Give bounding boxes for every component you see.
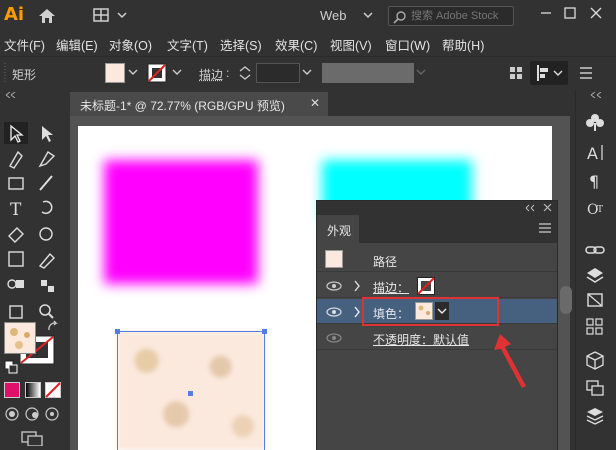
panel-grip-icon [2, 63, 8, 83]
cube-icon[interactable] [584, 350, 606, 370]
fill-swatch[interactable] [105, 63, 125, 83]
chevron-down-icon[interactable] [172, 69, 182, 77]
chevron-down-icon[interactable] [362, 8, 374, 22]
tools-panel: T [0, 90, 66, 450]
document-tab-bar: 未标题-1* @ 72.77% (RGB/GPU 预览) ✕ [70, 92, 570, 116]
collapse-panel-icon[interactable] [525, 204, 537, 212]
magenta-rectangle[interactable] [104, 160, 258, 284]
chevron-down-icon [416, 69, 426, 77]
collapse-icon[interactable] [590, 92, 604, 98]
svg-text:¶: ¶ [589, 172, 599, 190]
none-mode-button[interactable] [45, 382, 61, 398]
maximize-button[interactable] [560, 4, 580, 22]
menu-bar: 文件(F) 编辑(E) 对象(O) 文字(T) 选择(S) 效果(C) 视图(V… [0, 32, 616, 54]
stock-search[interactable] [388, 6, 514, 26]
menu-file[interactable]: 文件(F) [4, 35, 45, 54]
chevron-right-icon[interactable] [353, 280, 361, 292]
tab-appearance-label: 外观 [327, 222, 351, 239]
panel-menu-icon[interactable] [539, 223, 551, 233]
paragraph-icon[interactable]: ¶ [584, 170, 606, 190]
stroke-weight-input[interactable] [256, 63, 300, 83]
color-mode-button[interactable] [4, 382, 20, 398]
control-bar: 矩形 描边 : [0, 56, 616, 88]
chevron-down-icon[interactable] [302, 69, 312, 77]
stepper-icon[interactable] [236, 65, 254, 81]
stroke-none-swatch[interactable] [147, 63, 169, 83]
search-icon [393, 10, 407, 24]
chevron-right-icon[interactable] [353, 306, 361, 318]
menu-type[interactable]: 文字(T) [167, 35, 208, 54]
transform-icon[interactable] [584, 290, 606, 310]
opentype-icon[interactable]: OT [584, 198, 606, 218]
align-button[interactable] [530, 61, 568, 85]
menu-icon[interactable] [578, 66, 594, 80]
properties-icon[interactable] [584, 316, 606, 336]
visibility-eye-icon[interactable] [325, 306, 343, 318]
row-label: 路径 [373, 253, 397, 270]
club-symbol-icon[interactable] [584, 112, 606, 132]
artboards-icon[interactable] [584, 378, 606, 398]
links-icon[interactable] [584, 240, 606, 260]
title-bar: Ai Web [0, 0, 616, 32]
close-button[interactable] [586, 4, 606, 22]
appearance-row-path[interactable]: 路径 [317, 247, 557, 272]
layers-icon[interactable] [584, 406, 606, 426]
tab-appearance[interactable]: 外观 [317, 215, 359, 243]
resize-handle[interactable] [115, 329, 120, 334]
row-label[interactable]: 不透明度：默认值 [373, 331, 469, 348]
panel-header[interactable] [317, 201, 557, 215]
drawing-modes-icons[interactable] [4, 406, 62, 422]
menu-edit[interactable]: 编辑(E) [56, 35, 98, 54]
collapse-icon[interactable] [4, 92, 18, 98]
menu-effect[interactable]: 效果(C) [275, 35, 317, 54]
home-icon[interactable] [36, 6, 58, 26]
swap-colors-icon[interactable] [46, 320, 60, 334]
svg-text:T: T [10, 200, 22, 220]
menu-select[interactable]: 选择(S) [220, 35, 262, 54]
character-icon[interactable]: A [584, 142, 606, 162]
layers-stack-icon[interactable] [584, 266, 606, 286]
panel-tab-bar: 外观 [317, 215, 557, 243]
close-panel-icon[interactable] [543, 204, 553, 212]
resize-handle[interactable] [262, 329, 267, 334]
svg-text:T: T [597, 205, 603, 215]
row-label[interactable]: 描边： [373, 279, 409, 296]
illustrator-logo: Ai [4, 4, 28, 28]
menu-view[interactable]: 视图(V) [330, 35, 372, 54]
fill-highlight-annotation [362, 297, 499, 326]
arrange-documents-icon[interactable] [92, 7, 132, 25]
gradient-mode-button[interactable] [25, 382, 41, 398]
screen-mode-icon[interactable] [20, 430, 44, 446]
path-thumbnail [325, 250, 343, 268]
chevron-down-icon[interactable] [128, 69, 138, 77]
close-tab-icon[interactable]: ✕ [310, 96, 320, 110]
scrollbar-thumb[interactable] [560, 286, 572, 314]
stroke-label[interactable]: 描边 [199, 66, 223, 83]
visibility-eye-icon[interactable] [325, 280, 343, 292]
center-point[interactable] [188, 391, 193, 396]
stroke-colon: : [226, 66, 229, 80]
grid-icon[interactable] [508, 65, 524, 81]
default-colors-icon[interactable] [4, 360, 18, 374]
document-title: 未标题-1* @ 72.77% (RGB/GPU 预览) [80, 97, 285, 114]
visibility-eye-icon[interactable] [325, 332, 343, 344]
object-type-label: 矩形 [12, 66, 36, 83]
search-input[interactable] [411, 9, 511, 23]
stroke-none-swatch[interactable] [417, 277, 435, 295]
menu-object[interactable]: 对象(O) [109, 35, 152, 54]
menu-window[interactable]: 窗口(W) [385, 35, 430, 54]
right-dock: A ¶ OT [575, 90, 616, 450]
menu-help[interactable]: 帮助(H) [442, 35, 484, 54]
svg-text:A: A [587, 144, 598, 162]
annotation-arrow-icon [490, 330, 530, 392]
minimize-button[interactable] [536, 4, 556, 22]
document-tab[interactable]: 未标题-1* @ 72.77% (RGB/GPU 预览) ✕ [70, 92, 328, 116]
fill-color-swatch[interactable] [4, 322, 36, 354]
workspace-label[interactable]: Web [320, 8, 347, 23]
variable-width-dropdown[interactable] [322, 63, 414, 83]
appearance-row-stroke[interactable]: 描边： [317, 273, 557, 298]
